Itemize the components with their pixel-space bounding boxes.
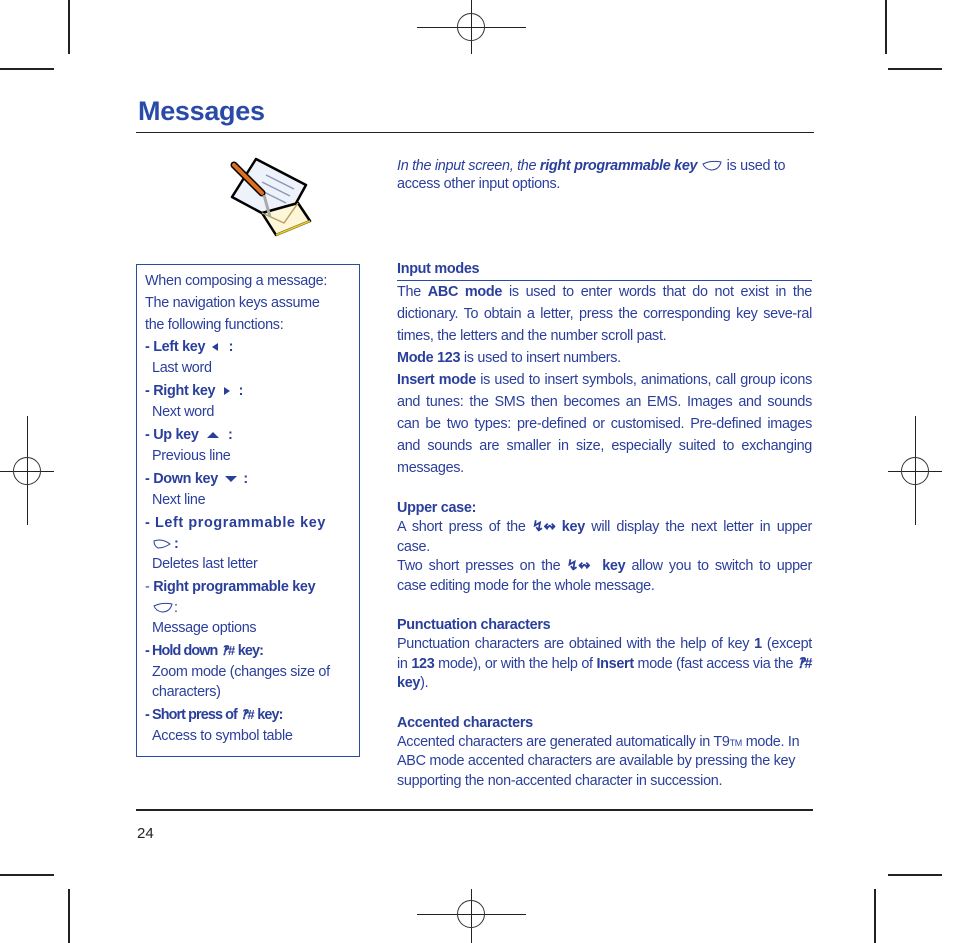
footer-rule — [136, 809, 813, 811]
section-upper-case: Upper case: A short press of the ↯↭ key … — [397, 500, 813, 594]
page-number: 24 — [137, 825, 154, 842]
crop-mark — [0, 68, 54, 70]
nav-item-left-key: - Left key : Last word — [145, 339, 234, 376]
nav-item-left-programmable-key: - Left programmable key : Deletes last l… — [145, 515, 326, 572]
up-arrow-icon — [207, 432, 220, 439]
page-title: Messages — [138, 96, 265, 126]
right-softkey-icon — [153, 603, 173, 613]
compose-message-icon — [230, 157, 312, 237]
section-input-modes: Input modes The ABC mode is used to ente… — [397, 260, 813, 476]
crop-mark — [68, 0, 70, 54]
section-heading: Input modes — [397, 260, 812, 281]
crop-mark — [0, 874, 54, 876]
nav-item-up-key: - Up key : Previous line — [145, 427, 233, 464]
intro-text: In the input screen, the right programma… — [397, 158, 786, 192]
crop-mark — [885, 0, 887, 54]
section-heading: Accented characters — [397, 714, 533, 731]
section-accented: Accented characters Accented characters … — [397, 714, 812, 792]
hash-key-icon: ‽# — [796, 655, 812, 672]
nav-item-right-key: - Right key : Next word — [145, 383, 244, 420]
nav-item-short-press-hash-key: - Short press of ‽# key: Access to symbo… — [145, 704, 359, 746]
hash-key-icon: ‽# — [240, 707, 255, 723]
left-softkey-icon — [153, 539, 171, 549]
nav-item-down-key: - Down key : Next line — [145, 471, 248, 508]
crop-mark — [888, 874, 942, 876]
navigation-keys-box: When composing a message: The navigation… — [136, 264, 360, 757]
nav-item-hold-down-hash-key: - Hold down ‽# key: Zoom mode (changes s… — [145, 640, 359, 702]
crop-mark — [874, 889, 876, 943]
crop-mark — [68, 889, 70, 943]
registration-circle — [901, 457, 929, 485]
down-arrow-icon — [224, 476, 237, 483]
right-programmable-key-label: right programmable key — [539, 158, 698, 174]
section-heading: Punctuation characters — [397, 617, 551, 633]
main-content: Input modes The ABC mode is used to ente… — [397, 260, 812, 791]
section-heading: Upper case: — [397, 500, 477, 516]
right-arrow-icon — [223, 387, 230, 396]
registration-circle — [13, 457, 41, 485]
section-punctuation: Punctuation characters Punctuation chara… — [397, 617, 812, 691]
shift-key-icon: ↯↭ — [566, 558, 590, 574]
registration-circle — [457, 900, 485, 928]
right-softkey-icon — [702, 161, 722, 171]
registration-circle — [457, 13, 485, 41]
crop-mark — [888, 68, 942, 70]
left-arrow-icon — [211, 343, 218, 352]
shift-key-icon: ↯↭ — [531, 519, 556, 535]
title-rule — [136, 132, 814, 133]
hash-key-icon: ‽# — [221, 643, 235, 659]
nav-item-right-programmable-key: - Right programmable key : Message optio… — [145, 579, 316, 636]
